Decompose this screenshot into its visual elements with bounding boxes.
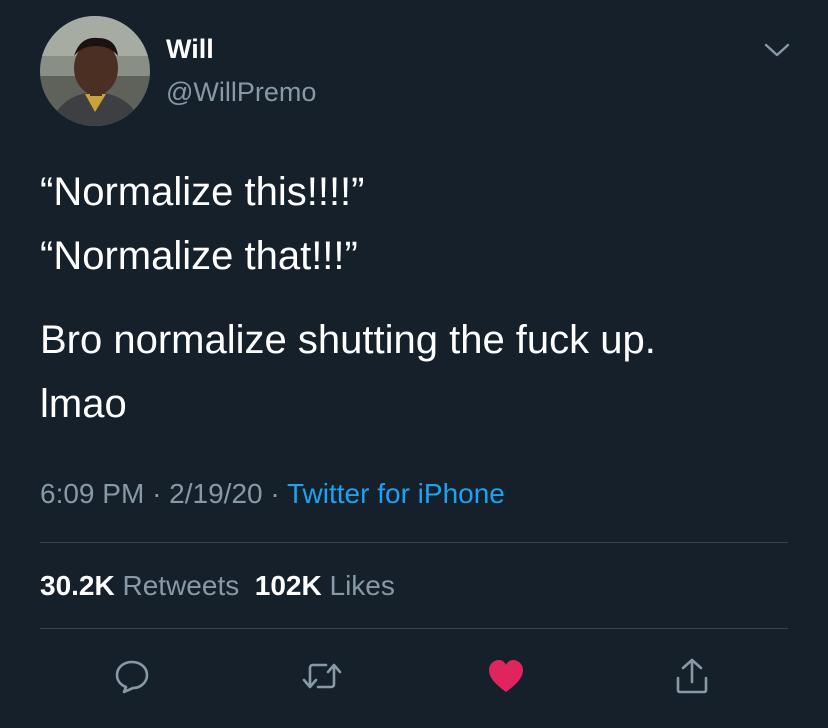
heart-icon bbox=[489, 660, 523, 692]
meta-separator: · bbox=[152, 478, 162, 509]
retweet-icon bbox=[302, 663, 342, 689]
engagement-stats: 30.2K Retweets 102K Likes bbox=[40, 568, 395, 604]
tweet-text-line: lmao bbox=[40, 382, 127, 426]
likes-count: 102K bbox=[254, 570, 322, 601]
share-button[interactable] bbox=[664, 648, 720, 704]
retweets-count: 30.2K bbox=[40, 570, 115, 601]
speech-bubble-icon bbox=[115, 660, 149, 694]
tweet-date[interactable]: 2/19/20 bbox=[169, 478, 262, 509]
tweet-text: “Normalize this!!!!” “Normalize that!!!”… bbox=[40, 160, 800, 436]
tweet-text-line: “Normalize this!!!!” bbox=[40, 170, 365, 214]
user-handle[interactable]: @WillPremo bbox=[166, 76, 316, 108]
likes-label: Likes bbox=[329, 570, 395, 601]
meta-separator: · bbox=[270, 478, 280, 509]
tweet-time[interactable]: 6:09 PM bbox=[40, 478, 144, 509]
divider bbox=[40, 542, 788, 543]
like-button[interactable] bbox=[478, 648, 534, 704]
display-name[interactable]: Will bbox=[166, 33, 214, 65]
retweet-button[interactable] bbox=[294, 648, 350, 704]
share-icon bbox=[676, 658, 708, 694]
retweets-stat[interactable]: 30.2K Retweets bbox=[40, 570, 239, 601]
profile-photo-icon bbox=[40, 16, 150, 126]
likes-stat[interactable]: 102K Likes bbox=[255, 570, 395, 601]
tweet-text-line: “Normalize that!!!” bbox=[40, 234, 358, 278]
tweet-text-line: Bro normalize shutting the fuck up. bbox=[40, 318, 656, 362]
reply-button[interactable] bbox=[104, 648, 160, 704]
retweets-label: Retweets bbox=[122, 570, 240, 601]
action-bar bbox=[0, 648, 828, 704]
source-link[interactable]: Twitter for iPhone bbox=[287, 478, 505, 509]
divider bbox=[40, 628, 788, 629]
chevron-down-icon[interactable] bbox=[762, 38, 792, 62]
tweet-detail: Will @WillPremo “Normalize this!!!!” “No… bbox=[0, 0, 828, 728]
tweet-metadata: 6:09 PM · 2/19/20 · Twitter for iPhone bbox=[40, 476, 505, 512]
avatar[interactable] bbox=[40, 16, 150, 126]
